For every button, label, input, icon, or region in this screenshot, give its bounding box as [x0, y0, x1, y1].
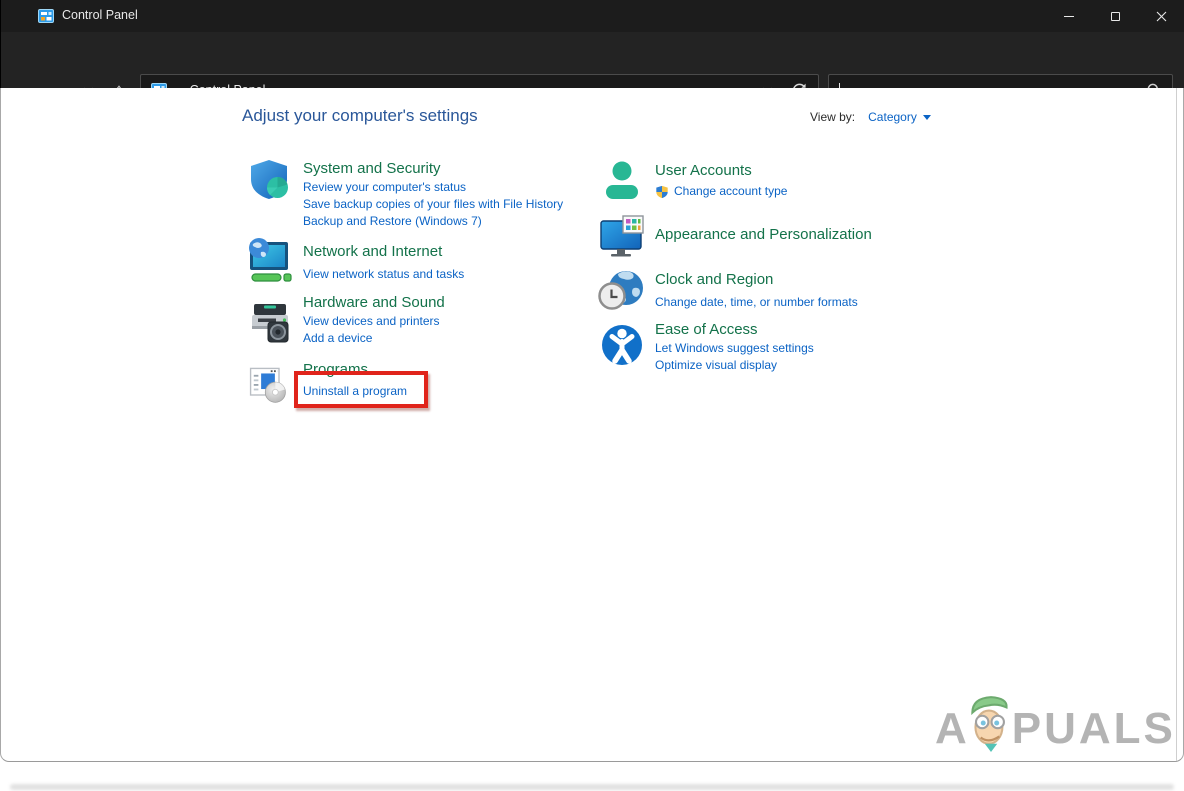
user-accounts-icon[interactable]: [598, 156, 646, 204]
category-title[interactable]: System and Security: [303, 159, 441, 179]
view-by-value[interactable]: Category: [868, 110, 917, 124]
category-title[interactable]: Clock and Region: [655, 270, 773, 290]
task-link[interactable]: Backup and Restore (Windows 7): [303, 213, 482, 230]
category-network-and-internet: Network and Internet View network status…: [246, 236, 586, 283]
maximize-icon: [1111, 12, 1120, 21]
navigation-toolbar: ← → ↑ › Control Panel ›: [0, 32, 1184, 88]
window-title: Control Panel: [62, 8, 138, 22]
control-panel-window: Control Panel ← → ↑: [0, 0, 1184, 791]
task-link[interactable]: View network status and tasks: [303, 266, 464, 283]
category-title[interactable]: Appearance and Personalization: [655, 225, 872, 245]
task-link[interactable]: Optimize visual display: [655, 357, 777, 374]
maximize-button[interactable]: [1092, 0, 1138, 32]
task-link[interactable]: Let Windows suggest settings: [655, 340, 814, 357]
view-by-control: View by: Category: [810, 110, 931, 124]
task-link[interactable]: View devices and printers: [303, 313, 440, 330]
close-button[interactable]: [1138, 0, 1184, 32]
category-title[interactable]: User Accounts: [655, 161, 752, 181]
minimize-icon: [1064, 16, 1074, 17]
task-link[interactable]: Change date, time, or number formats: [655, 294, 858, 311]
security-shield-icon[interactable]: [246, 156, 294, 204]
window-controls: [1046, 0, 1184, 32]
printer-speaker-icon[interactable]: [246, 296, 294, 344]
window-edge-line: [1176, 88, 1177, 761]
dropdown-caret-icon[interactable]: [923, 115, 931, 120]
task-link[interactable]: Change account type: [674, 183, 787, 200]
watermark-letters: PUALS: [1012, 707, 1176, 751]
view-by-label: View by:: [810, 110, 855, 124]
page-title: Adjust your computer's settings: [242, 106, 478, 126]
task-link[interactable]: Save backup copies of your files with Fi…: [303, 196, 563, 213]
watermark-letter: A: [935, 707, 970, 751]
control-panel-icon: [38, 8, 54, 24]
appearance-monitor-icon[interactable]: [598, 212, 646, 260]
network-monitor-icon[interactable]: [246, 236, 294, 284]
close-icon: [1156, 11, 1167, 22]
task-link[interactable]: Review your computer's status: [303, 179, 466, 196]
red-highlight-box: [294, 371, 428, 408]
uac-shield-icon: [655, 185, 669, 199]
content-area: [0, 88, 1184, 762]
category-clock-and-region: Clock and Region Change date, time, or n…: [598, 266, 938, 311]
category-system-and-security: System and Security Review your computer…: [246, 154, 586, 230]
titlebar: Control Panel: [0, 0, 1184, 32]
appuals-mascot-icon: [968, 694, 1014, 752]
task-link[interactable]: Add a device: [303, 330, 372, 347]
category-user-accounts: User Accounts Change account type: [598, 156, 938, 200]
minimize-button[interactable]: [1046, 0, 1092, 32]
clock-globe-icon[interactable]: [598, 266, 646, 314]
background-blur-artifact: [10, 784, 1174, 790]
category-title[interactable]: Ease of Access: [655, 320, 758, 340]
category-ease-of-access: Ease of Access Let Windows suggest setti…: [598, 318, 938, 374]
ease-of-access-icon[interactable]: [598, 321, 646, 369]
category-appearance-and-personalization: Appearance and Personalization: [598, 212, 938, 245]
category-title[interactable]: Hardware and Sound: [303, 293, 445, 313]
appuals-watermark: A PUALS: [935, 694, 1176, 751]
category-title[interactable]: Network and Internet: [303, 242, 442, 262]
category-hardware-and-sound: Hardware and Sound View devices and prin…: [246, 288, 586, 347]
programs-window-disc-icon[interactable]: [246, 362, 290, 406]
page-background-strip: [0, 762, 1184, 791]
